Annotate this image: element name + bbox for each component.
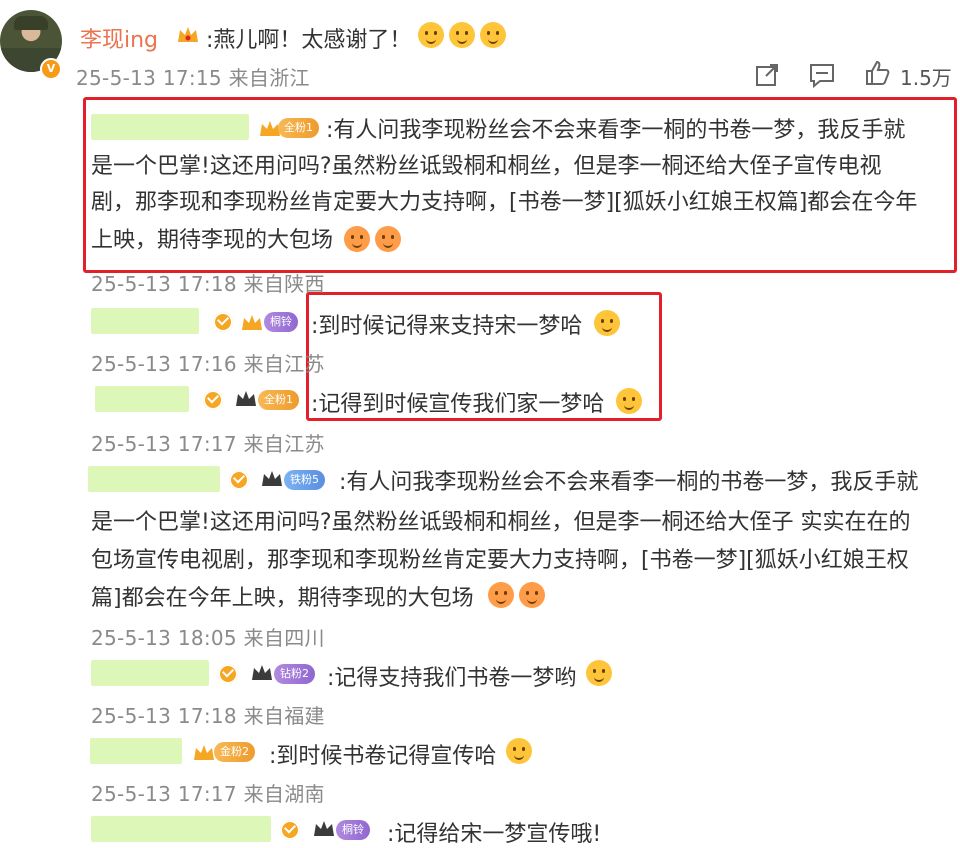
- verified-icon: [229, 470, 249, 490]
- emoji-group: [488, 582, 546, 608]
- grin-emoji-icon: [480, 22, 507, 48]
- party-emoji-icon: [344, 226, 370, 252]
- emoji-group: [616, 388, 642, 414]
- emoji-group: [594, 310, 620, 336]
- fan-badge: 金粉2: [214, 742, 255, 762]
- fan-badge: 桐铃: [336, 820, 370, 840]
- crown-icon: [260, 468, 284, 488]
- crown-icon: [234, 388, 258, 408]
- kiss-emoji-icon: [616, 388, 642, 414]
- reply-meta: 25-5-13 17:17 来自江苏: [91, 432, 325, 456]
- cry-emoji-icon: [586, 660, 612, 686]
- reply-line: 包场宣传电视剧，那李现和李现粉丝肯定要大力支持啊，[书卷一梦][狐妖小红娘王权: [91, 548, 909, 573]
- verified-icon: [280, 820, 300, 840]
- fan-badge: 全粉1: [278, 118, 319, 138]
- surprised-emoji-icon: [506, 738, 532, 764]
- fan-badge: 全粉1: [258, 390, 299, 410]
- blurred-username[interactable]: [91, 660, 209, 686]
- avatar-cap: [14, 16, 48, 30]
- blurred-username[interactable]: [91, 816, 271, 842]
- blurred-username[interactable]: [88, 466, 220, 492]
- reply-line: 篇]都会在今年上映，期待李现的大包场: [91, 586, 474, 611]
- reply-text: :到时候记得来支持宋一梦哈: [311, 314, 583, 339]
- party-emoji-icon: [519, 582, 546, 608]
- party-emoji-icon: [375, 226, 402, 252]
- reply-meta: 25-5-13 17:18 来自福建: [91, 704, 325, 728]
- reply-line: 是一个巴掌!这还用问吗?虽然粉丝诋毁桐和桐丝，但是李一桐还给大侄子宣传电视: [91, 154, 882, 179]
- reply-text: :到时候书卷记得宣传哈: [269, 744, 497, 769]
- crown-icon: [192, 742, 216, 762]
- reply-meta: 25-5-13 17:18 来自陕西: [91, 272, 325, 296]
- blurred-username[interactable]: [91, 114, 249, 140]
- crown-icon: [312, 818, 336, 838]
- blurred-username[interactable]: [95, 386, 189, 412]
- party-emoji-icon: [488, 582, 514, 608]
- reply-text: :记得支持我们书卷一梦哟: [327, 666, 577, 691]
- smile-emoji-icon: [594, 310, 620, 336]
- verified-icon: [203, 390, 223, 410]
- main-comment-meta: 25-5-13 17:15 来自浙江: [76, 66, 310, 90]
- emoji-group: [586, 660, 612, 686]
- fan-badge: 钻粉2: [274, 664, 315, 684]
- fan-badge: 桐铃: [264, 312, 298, 332]
- reply-text: :记得给宋一梦宣传哦!: [387, 822, 602, 847]
- verified-icon: [218, 664, 238, 684]
- emoji-group: [418, 22, 507, 48]
- main-comment-text: :燕儿啊！太感谢了！: [206, 28, 412, 53]
- reply-line: 剧，那李现和李现粉丝肯定要大力支持啊，[书卷一梦][狐妖小红娘王权篇]都会在今年: [91, 190, 918, 215]
- reply-meta: 25-5-13 18:05 来自四川: [91, 626, 325, 650]
- grin-emoji-icon: [449, 22, 476, 48]
- username[interactable]: 李现ing: [80, 22, 158, 54]
- reply-meta: 25-5-13 17:16 来自江苏: [91, 352, 325, 376]
- reply-meta: 25-5-13 17:17 来自湖南: [91, 782, 325, 806]
- blurred-username[interactable]: [90, 738, 182, 764]
- reply-line: 上映，期待李现的大包场: [91, 228, 334, 253]
- reply-line: 是一个巴掌!这还用问吗?虽然粉丝诋毁桐和桐丝，但是李一桐还给大侄子 实实在在的: [91, 510, 911, 535]
- share-icon[interactable]: [754, 62, 780, 88]
- like-count: 1.5万: [900, 66, 952, 90]
- grin-emoji-icon: [418, 22, 444, 48]
- reply-line: :有人问我李现粉丝会不会来看李一桐的书卷一梦，我反手就: [339, 470, 919, 495]
- verified-icon: V: [40, 58, 62, 80]
- reply-text: :记得到时候宣传我们家一梦哈: [311, 392, 605, 417]
- emoji-group: [344, 226, 402, 252]
- emoji-group: [506, 738, 532, 764]
- like-icon[interactable]: [864, 60, 890, 86]
- blurred-username[interactable]: [91, 308, 199, 334]
- reply-line: :有人问我李现粉丝会不会来看李一桐的书卷一梦，我反手就: [326, 118, 906, 143]
- fan-badge: 铁粉5: [284, 470, 325, 490]
- comment-icon[interactable]: [808, 62, 836, 89]
- verified-icon: [213, 312, 233, 332]
- crown-icon: [250, 662, 274, 682]
- crown-icon: [240, 312, 264, 332]
- crown-icon: [176, 24, 200, 44]
